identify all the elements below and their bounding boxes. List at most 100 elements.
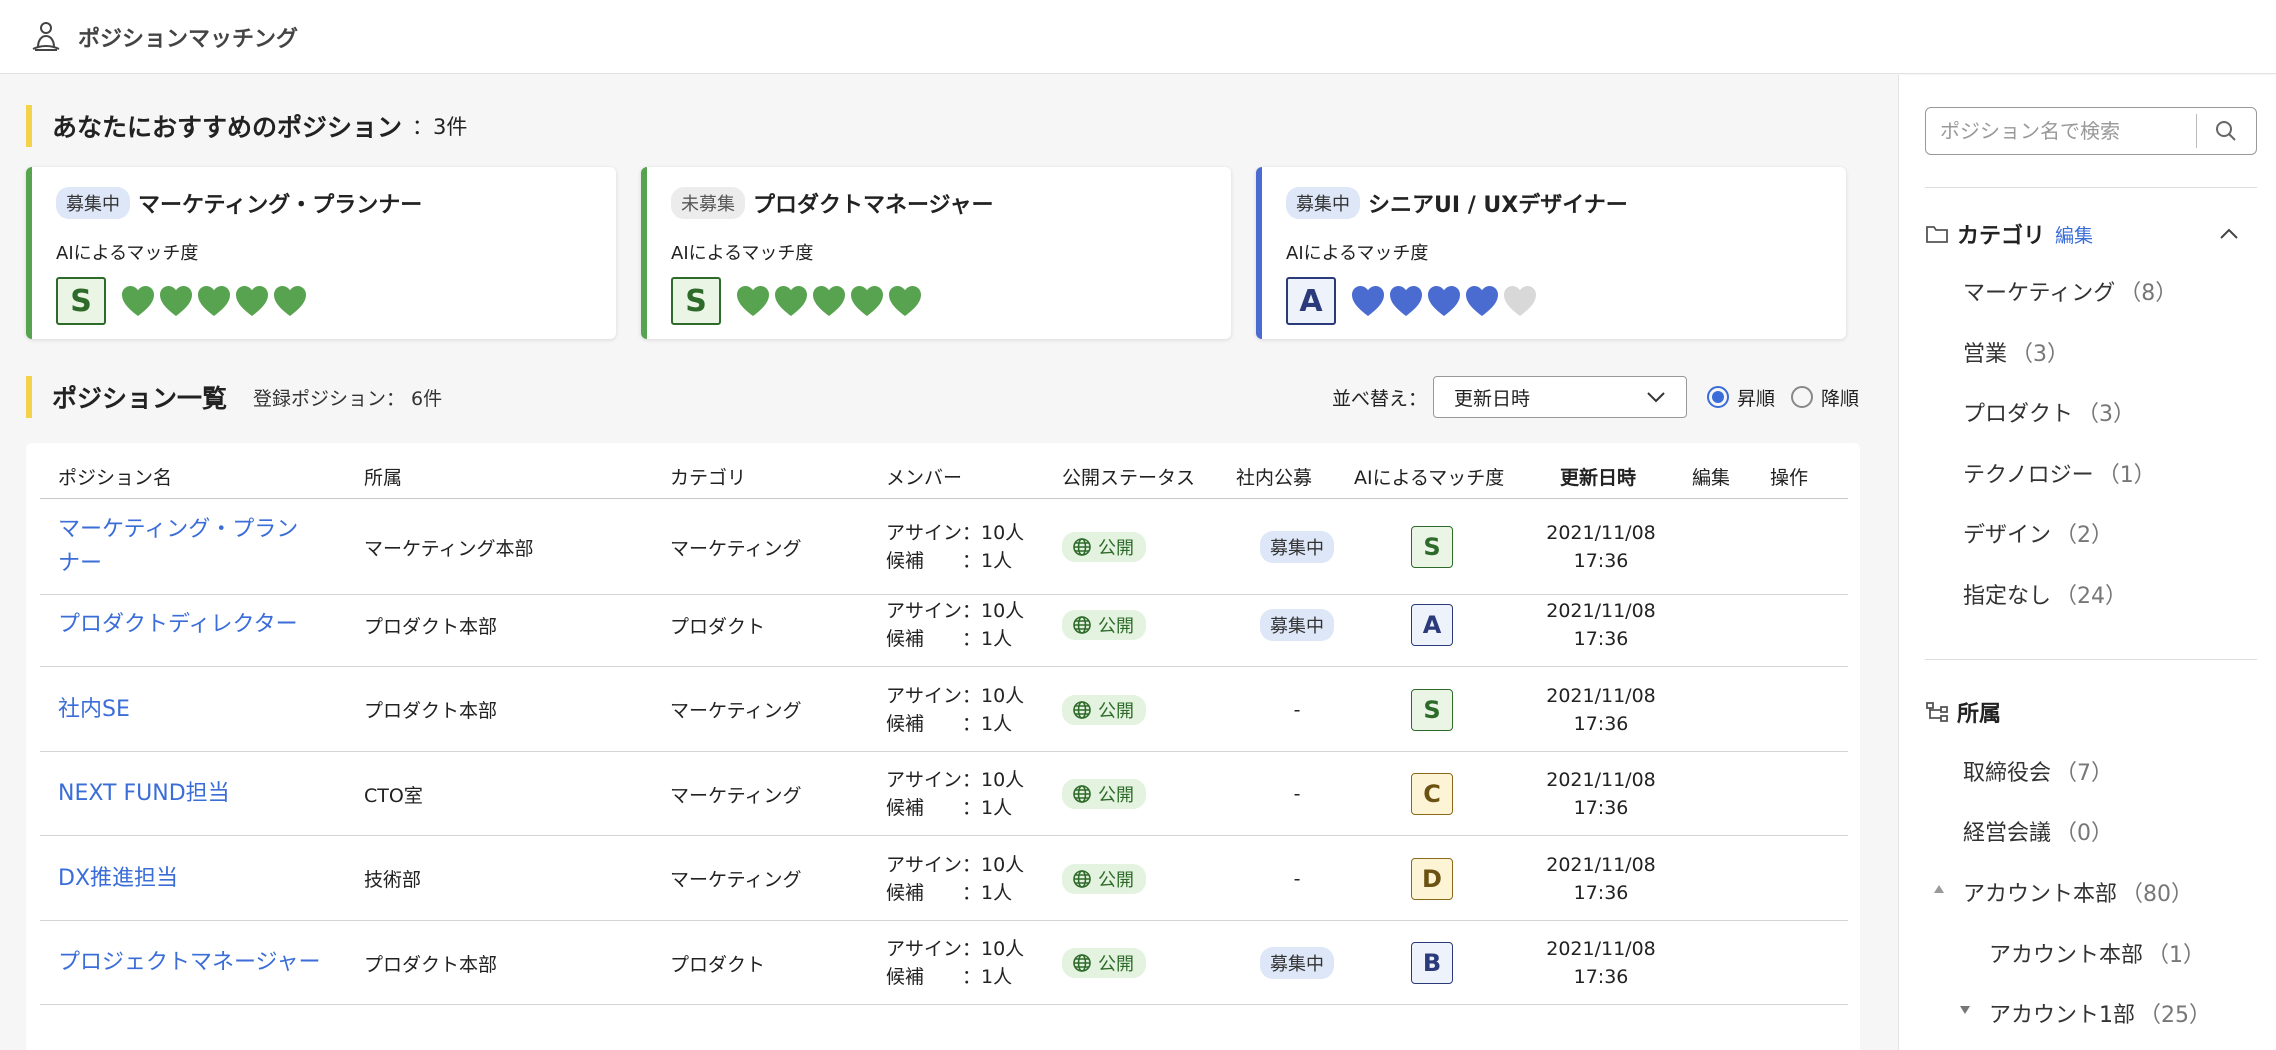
updated-cell: 2021/11/08 17:36 xyxy=(1534,499,1668,595)
heart-icon xyxy=(1466,286,1498,316)
table-row[interactable]: DX推進担当 技術部 マーケティング アサイン：10人 候補 ：1人 公開 - D 2021/1… xyxy=(40,837,1848,921)
heart-icon xyxy=(1428,286,1460,316)
position-name-link[interactable]: DX推進担当 xyxy=(58,862,328,896)
public-status-label: 公開 xyxy=(1098,700,1134,722)
org-item[interactable]: アカウント本部 （80） xyxy=(1934,876,2193,908)
category-item[interactable]: プロダクト （3） xyxy=(1963,396,2135,428)
public-status-label: 公開 xyxy=(1098,785,1134,806)
position-name: マーケティング・プラン xyxy=(58,517,299,542)
caret-up-icon[interactable] xyxy=(1933,884,1945,894)
table-row[interactable]: マーケティング・プラン ナー マーケティング本部 マーケティング アサイン：10人 候補 … xyxy=(40,499,1848,595)
globe-icon xyxy=(1073,954,1091,972)
public-status-badge: 公開 xyxy=(1062,948,1146,978)
sort-label: 並べ替え： xyxy=(1332,387,1428,410)
search-input[interactable] xyxy=(1926,119,2196,143)
radio-desc-indicator[interactable] xyxy=(1791,386,1814,408)
radio-asc-indicator[interactable] xyxy=(1707,386,1730,408)
category-label: 営業 xyxy=(1963,341,2008,367)
grade-badge: A xyxy=(1411,604,1453,646)
ai-match-label: AIによるマッチ度 xyxy=(56,243,199,264)
position-name-link[interactable]: プロジェクトマネージャー xyxy=(58,946,328,980)
position-name-link[interactable]: 社内SE xyxy=(58,693,328,727)
assign-count: アサイン：10人 xyxy=(886,684,1025,707)
org-item[interactable]: 取締役会 （7） xyxy=(1963,755,2113,787)
order-desc-radio[interactable]: 降順 xyxy=(1791,384,1859,411)
org-item[interactable]: アカウント1部 （25） xyxy=(1960,997,2211,1029)
table-row[interactable]: プロジェクトマネージャー プロダクト本部 プロダクト アサイン：10人 候補 ：1人 公開… xyxy=(40,921,1848,1005)
globe-icon xyxy=(1073,700,1091,719)
category-item[interactable]: 営業 （3） xyxy=(1963,336,2069,368)
category-cell: プロダクト xyxy=(670,615,766,638)
recommend-card[interactable]: 未募集 プロダクトマネージャー AIによるマッチ度 S xyxy=(641,167,1231,339)
candidate-count: 候補 ：1人 xyxy=(886,966,1013,988)
card-header: 募集中 シニアUI / UXデザイナー xyxy=(1286,187,1822,219)
category-item[interactable]: テクノロジー （1） xyxy=(1963,457,2156,489)
category-cell: マーケティング xyxy=(670,537,802,560)
heart-icon xyxy=(236,286,268,316)
col-updated[interactable]: 更新日時 xyxy=(1560,453,1636,499)
org-item[interactable]: アカウント本部 （1） xyxy=(1989,937,2205,969)
caret-down-icon[interactable] xyxy=(1959,1005,1971,1015)
dept-cell: プロダクト本部 xyxy=(364,615,498,638)
table-row[interactable]: 社内SE プロダクト本部 マーケティング アサイン：10人 候補 ：1人 公開 - S 2021… xyxy=(40,668,1848,752)
heart-icon xyxy=(813,286,845,316)
category-count: （2） xyxy=(2055,523,2114,548)
sort-select[interactable]: 更新日時 xyxy=(1433,376,1688,418)
org-label: 取締役会 xyxy=(1963,761,2052,786)
category-heading: カテゴリ xyxy=(1957,224,2046,249)
category-edit-link[interactable]: 編集 xyxy=(2055,221,2093,248)
category-cell: マーケティング xyxy=(670,700,802,722)
status-badge: 未募集 xyxy=(671,187,745,219)
category-count: （24） xyxy=(2055,583,2128,609)
heart-icon xyxy=(1352,286,1384,316)
org-count: （0） xyxy=(2055,821,2114,846)
category-section-header: カテゴリ 編集 xyxy=(1925,217,2257,251)
candidate-count: 候補 ：1人 xyxy=(886,712,1013,735)
category-item[interactable]: デザイン （2） xyxy=(1963,517,2113,549)
col-actions: 操作 xyxy=(1770,466,1809,489)
table-row[interactable]: NEXT FUND担当 CTO室 マーケティング アサイン：10人 候補 ：1人 公開 - C… xyxy=(40,752,1848,836)
recruit-badge: 募集中 xyxy=(1260,609,1334,641)
chevron-up-icon[interactable] xyxy=(2219,228,2239,240)
updated-time: 17:36 xyxy=(1573,881,1629,904)
category-label: テクノロジー xyxy=(1963,462,2094,488)
org-label: アカウント1部 xyxy=(1989,1003,2135,1028)
org-tree-icon xyxy=(1926,702,1948,722)
org-label: 経営会議 xyxy=(1963,821,2052,846)
assign-count: アサイン：10人 xyxy=(886,938,1025,960)
recommend-card[interactable]: 募集中 シニアUI / UXデザイナー AIによるマッチ度 A xyxy=(1256,167,1846,339)
card-title: シニアUI / UXデザイナー xyxy=(1368,193,1628,218)
grade-badge: D xyxy=(1411,857,1453,900)
position-name: DX推進担当 xyxy=(58,865,179,891)
org-item[interactable]: 経営会議 （0） xyxy=(1963,815,2113,847)
search-button[interactable] xyxy=(2197,120,2255,142)
dept-cell: プロダクト本部 xyxy=(364,700,498,722)
order-asc-label: 昇順 xyxy=(1737,387,1776,410)
table-header: ポジション名 所属 カテゴリ メンバー 公開ステータス 社内公募 AIによるマッ… xyxy=(40,453,1848,499)
order-asc-radio[interactable]: 昇順 xyxy=(1707,384,1775,411)
app-title: ポジションマッチング xyxy=(78,26,299,52)
dept-cell: CTO室 xyxy=(364,784,423,807)
org-heading: 所属 xyxy=(1957,702,2002,727)
category-count: （3） xyxy=(2077,402,2136,427)
col-category: カテゴリ xyxy=(670,466,747,489)
position-name-link[interactable]: NEXT FUND担当 xyxy=(58,777,328,811)
category-item[interactable]: 指定なし （24） xyxy=(1963,578,2127,610)
list-heading: ポジション一覧 登録ポジション： 6件 xyxy=(26,376,442,418)
updated-time: 17:36 xyxy=(1573,797,1629,819)
category-label: プロダクト xyxy=(1963,402,2074,427)
updated-cell: 2021/11/08 17:36 xyxy=(1534,668,1668,752)
positions-table: ポジション名 所属 カテゴリ メンバー 公開ステータス 社内公募 AIによるマッ… xyxy=(26,443,1860,1050)
category-cell: マーケティング xyxy=(670,784,802,807)
match-rating: A xyxy=(1286,277,1822,325)
category-item[interactable]: マーケティング （8） xyxy=(1963,275,2177,307)
registered-count: 登録ポジション： 6件 xyxy=(253,387,443,410)
grade-badge: S xyxy=(56,277,106,325)
heart-rating xyxy=(1350,284,1540,318)
position-name-link[interactable]: プロダクトディレクター xyxy=(58,608,328,642)
position-name-cont: ナー xyxy=(58,551,103,576)
recommend-card[interactable]: 募集中 マーケティング・プランナー AIによるマッチ度 S xyxy=(26,167,616,339)
match-rating: S xyxy=(671,277,1207,325)
position-name-link[interactable]: マーケティング・プラン ナー xyxy=(58,513,328,581)
table-row[interactable]: プロダクトディレクター プロダクト本部 プロダクト アサイン：10人 候補 ：1人 公開 募… xyxy=(40,583,1848,667)
